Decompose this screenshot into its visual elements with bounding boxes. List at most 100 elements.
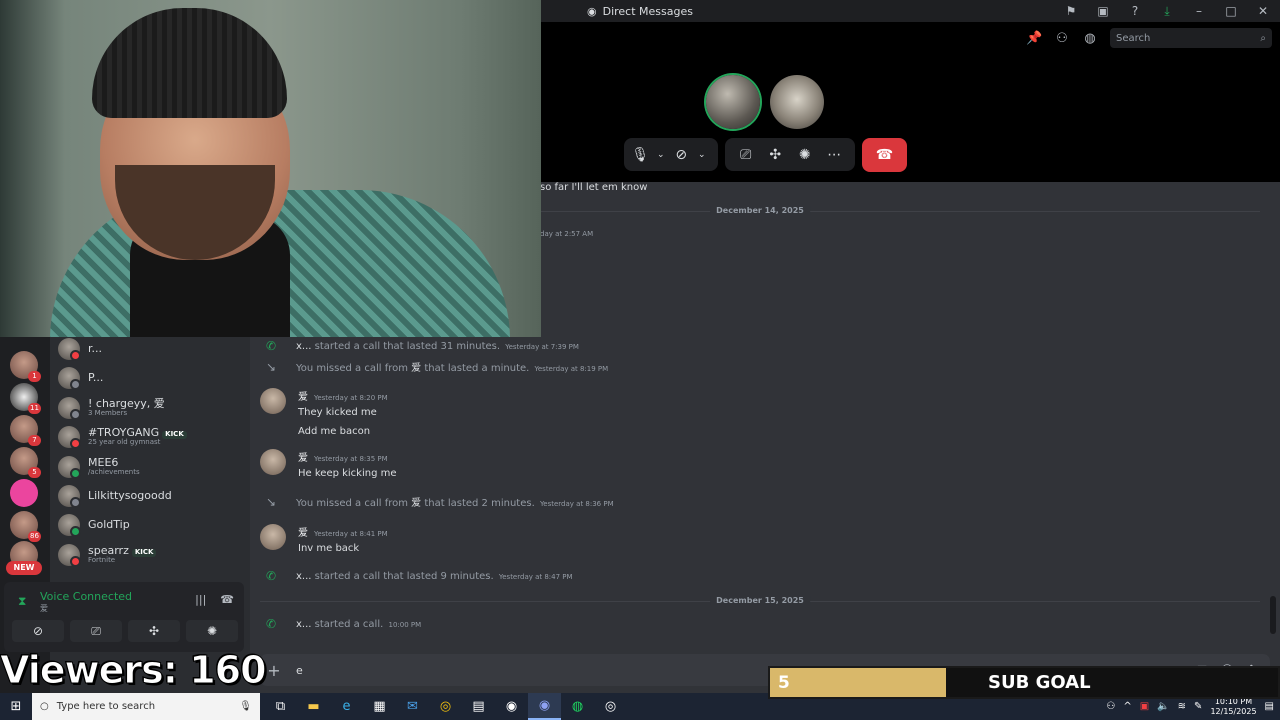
date-label: December 15, 2025 — [710, 596, 810, 605]
author-name[interactable]: 爱 — [298, 449, 308, 464]
server-icon[interactable]: 7 — [10, 415, 41, 446]
edge-icon[interactable]: e — [330, 693, 363, 720]
help-icon[interactable]: ? — [1126, 4, 1144, 18]
voice-channel[interactable]: 爱 — [40, 603, 48, 614]
soundboard-button[interactable]: ✺ — [186, 620, 238, 642]
dm-item[interactable]: spearrz KICK Fortnite — [58, 541, 248, 569]
dm-item[interactable]: P... — [58, 364, 248, 392]
soundboard-icon[interactable]: ✺ — [793, 147, 817, 163]
avatar — [58, 426, 81, 449]
dm-item[interactable]: ! chargeyy, 爱 3 Members — [58, 394, 248, 422]
author-name[interactable]: 爱 — [298, 388, 308, 403]
avatar — [58, 367, 81, 390]
chevron-up-icon[interactable]: ^ — [1123, 701, 1131, 712]
windows-start-icon[interactable]: ⊞ — [0, 699, 32, 714]
window-title: ◉ Direct Messages — [587, 5, 693, 18]
dm-item[interactable]: r... — [58, 335, 248, 363]
camera-off-button[interactable]: ⊘ — [12, 620, 64, 642]
dm-name: Lilkittysogoodd — [88, 488, 172, 502]
unread-badge: 11 — [28, 403, 41, 414]
message-timestamp: 10:00 PM — [388, 620, 422, 629]
disconnect-icon[interactable]: ☎ — [220, 593, 234, 606]
screen-share-icon[interactable]: ⎚ — [734, 147, 758, 163]
volume-icon[interactable]: 🔈 — [1157, 701, 1169, 712]
dm-item[interactable]: MEE6 /achievements — [58, 453, 248, 481]
disconnect-button[interactable]: ☎ — [862, 138, 907, 172]
hang-up-icon: ☎ — [875, 147, 894, 163]
store-icon[interactable]: ▦ — [363, 693, 396, 720]
wifi-icon[interactable]: ≋ — [1178, 701, 1186, 712]
server-icon[interactable]: 86 — [10, 511, 41, 542]
tray-app-icon[interactable]: ▣ — [1140, 701, 1149, 712]
inbox-icon[interactable]: ▣ — [1094, 4, 1112, 18]
task-view-icon[interactable]: ⧉ — [264, 693, 297, 720]
file-explorer-icon[interactable]: ▬ — [297, 693, 330, 720]
missed-call-event: ↘ You missed a call from 爱 that lasted 2… — [266, 494, 614, 510]
voice-status[interactable]: Voice Connected — [40, 590, 132, 603]
obs-icon[interactable]: ◉ — [495, 693, 528, 720]
network-user-icon[interactable]: ⚇ — [1106, 701, 1115, 712]
unread-badge: 1 — [28, 371, 41, 382]
server-icon[interactable]: 11 — [10, 383, 41, 414]
server-icon[interactable]: 5 — [10, 447, 41, 478]
more-icon[interactable]: ⋯ — [822, 147, 846, 163]
flag-icon[interactable]: ⚑ — [1062, 4, 1080, 18]
avatar — [58, 456, 81, 479]
dm-item[interactable]: #TROYGANG KICK 25 year old gymnast — [58, 423, 248, 451]
dm-name: r... — [88, 341, 103, 355]
add-friend-icon[interactable]: ⚇ — [1054, 31, 1070, 46]
caller-name[interactable]: 爱 — [411, 498, 421, 509]
sub-goal-label: SUB GOAL — [988, 672, 1091, 693]
message-text: He keep kicking me — [298, 468, 397, 479]
author-avatar[interactable] — [260, 449, 286, 475]
caller-name[interactable]: x... — [296, 619, 311, 630]
mail-icon[interactable]: ✉ — [396, 693, 429, 720]
search-input[interactable]: Search ⌕ — [1110, 28, 1272, 48]
notifications-icon[interactable]: ▤ — [1265, 701, 1274, 712]
voice-buttons: ⊘ ⎚ ✣ ✺ — [12, 620, 238, 642]
screen-share-button[interactable]: ⎚ — [70, 620, 122, 642]
dm-subtext: 3 Members — [88, 409, 128, 418]
chevron-down-icon[interactable]: ⌄ — [692, 150, 713, 160]
author-avatar[interactable] — [260, 388, 286, 414]
close-button[interactable]: ✕ — [1254, 4, 1272, 18]
chevron-down-icon[interactable]: ⌄ — [651, 150, 672, 160]
unread-badge: 7 — [28, 435, 41, 446]
noise-suppression-icon[interactable]: ||| — [195, 593, 206, 606]
camera-off-icon[interactable]: ⊘ — [671, 147, 692, 163]
server-icon[interactable] — [10, 479, 38, 507]
server-icon[interactable]: 1 — [10, 351, 41, 382]
caller-name[interactable]: 爱 — [411, 363, 421, 374]
participant-avatar[interactable] — [770, 75, 824, 129]
author-avatar[interactable] — [260, 524, 286, 550]
dm-subtext: 25 year old gymnast — [88, 438, 161, 447]
scrollbar[interactable] — [1270, 596, 1276, 634]
message-text: Inv me back — [298, 543, 360, 554]
pen-icon[interactable]: ✎ — [1194, 701, 1202, 712]
activities-button[interactable]: ✣ — [128, 620, 180, 642]
clock-date: 12/15/2025 — [1210, 706, 1257, 716]
dm-name: spearrz — [88, 544, 129, 558]
caller-name[interactable]: x... — [296, 571, 311, 582]
microphone-icon[interactable]: 🎙 — [239, 701, 252, 712]
clock[interactable]: 10:10 PM 12/15/2025 — [1210, 697, 1256, 715]
microphone-icon[interactable]: 🎙 — [630, 147, 651, 163]
app-icon[interactable]: ◎ — [594, 693, 627, 720]
download-icon[interactable]: ⤓ — [1158, 4, 1176, 19]
activities-icon[interactable]: ✣ — [763, 147, 787, 163]
participant-avatar[interactable] — [706, 75, 760, 129]
profile-icon[interactable]: ◍ — [1082, 31, 1098, 46]
taskbar-search[interactable]: ○ Type here to search 🎙 — [32, 693, 260, 720]
dm-item[interactable]: Lilkittysogoodd — [58, 482, 248, 510]
minimize-button[interactable]: – — [1190, 4, 1208, 18]
chrome-icon[interactable]: ◎ — [429, 693, 462, 720]
signal-icon[interactable]: ⧗ — [18, 594, 26, 609]
app-icon[interactable]: ▤ — [462, 693, 495, 720]
discord-taskbar-icon[interactable]: ◉ — [528, 693, 561, 720]
maximize-button[interactable]: □ — [1222, 4, 1240, 18]
pin-icon[interactable]: 📌 — [1026, 31, 1042, 46]
caller-name[interactable]: x... — [296, 341, 311, 352]
spotify-icon[interactable]: ◍ — [561, 693, 594, 720]
author-name[interactable]: 爱 — [298, 524, 308, 539]
dm-item[interactable]: GoldTip — [58, 511, 248, 539]
